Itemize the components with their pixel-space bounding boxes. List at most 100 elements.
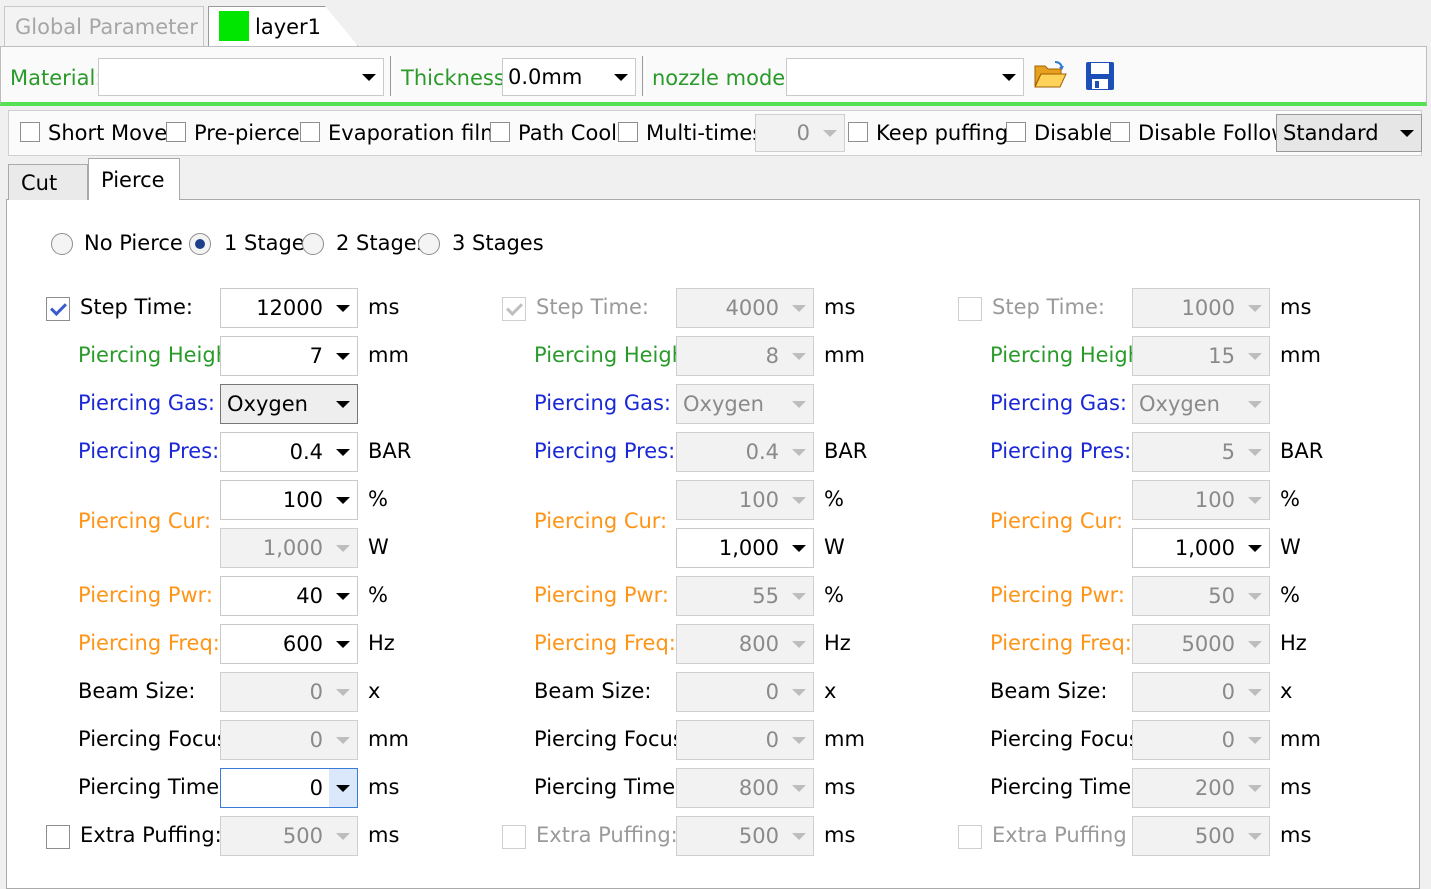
three-stages-label: 3 Stages: [452, 231, 544, 255]
height-select-col1[interactable]: 7: [220, 336, 358, 376]
pres-select-col3[interactable]: 5: [1132, 432, 1270, 472]
step_time-select-col3[interactable]: 1000: [1132, 288, 1270, 328]
time-label-col2: Piercing Time:: [534, 775, 683, 799]
disable-follow-checkbox[interactable]: [1110, 122, 1130, 142]
checkmark-icon: [506, 299, 523, 316]
extra-value-col1: 500: [282, 824, 323, 848]
freq-label-col2: Piercing Freq:: [534, 631, 676, 655]
no-pierce-radio[interactable]: [51, 233, 73, 255]
gas-select-col1[interactable]: Oxygen: [220, 384, 358, 424]
extra-select-col3[interactable]: 500: [1132, 816, 1270, 856]
beam-select-col3[interactable]: 0: [1132, 672, 1270, 712]
height-select-col3[interactable]: 15: [1132, 336, 1270, 376]
chevron-down-icon: [1393, 115, 1421, 151]
pres-label-col1: Piercing Pres:: [78, 439, 220, 463]
tab-join: [89, 198, 179, 201]
evaporation-film-checkbox[interactable]: [300, 122, 320, 142]
chevron-down-icon: [1241, 721, 1269, 759]
extra-puffing-checkbox-col2[interactable]: [502, 825, 526, 849]
three-stages-radio[interactable]: [418, 233, 440, 255]
gas-select-col2[interactable]: Oxygen: [676, 384, 814, 424]
cur_pct-unit-col2: %: [824, 487, 844, 511]
one-stage-radio[interactable]: [189, 233, 211, 255]
chevron-down-icon: [1241, 577, 1269, 615]
path-cool-checkbox[interactable]: [490, 122, 510, 142]
piercing-cur-label-col3: Piercing Cur:: [990, 509, 1124, 533]
step_time-label-col1: Step Time:: [80, 295, 193, 319]
multi-times-checkbox[interactable]: [618, 122, 638, 142]
pres-select-col1[interactable]: 0.4: [220, 432, 358, 472]
step_time-select-col2[interactable]: 4000: [676, 288, 814, 328]
material-select[interactable]: [98, 58, 384, 96]
time-unit-col2: ms: [824, 775, 856, 799]
extra-puffing-checkbox-col3[interactable]: [958, 825, 982, 849]
tab-global-parameter[interactable]: Global Parameter: [4, 6, 204, 46]
freq-select-col1[interactable]: 600: [220, 624, 358, 664]
cur_w-select-col1[interactable]: 1,000: [220, 528, 358, 568]
chevron-down-icon: [329, 433, 357, 471]
chevron-down-icon: [816, 115, 844, 151]
chevron-down-icon: [1241, 337, 1269, 375]
extra-puffing-checkbox-col1[interactable]: [46, 825, 70, 849]
tab-layer1[interactable]: layer1: [208, 6, 358, 46]
time-select-col1[interactable]: 0: [220, 768, 358, 808]
cur_w-select-col2[interactable]: 1,000: [676, 528, 814, 568]
tab-pierce[interactable]: Pierce: [88, 158, 180, 200]
beam-select-col2[interactable]: 0: [676, 672, 814, 712]
focus-select-col2[interactable]: 0: [676, 720, 814, 760]
extra-select-col1[interactable]: 500: [220, 816, 358, 856]
beam-unit-col3: x: [1280, 679, 1293, 703]
extra-label-col2: Extra Puffing:: [536, 823, 678, 847]
freq-select-col3[interactable]: 5000: [1132, 624, 1270, 664]
pre-pierce-checkbox[interactable]: [166, 122, 186, 142]
two-stages-radio[interactable]: [302, 233, 324, 255]
gas-select-col3[interactable]: Oxygen: [1132, 384, 1270, 424]
thickness-label: Thickness:: [401, 66, 512, 90]
chevron-down-icon: [785, 529, 813, 567]
keep-puffing-checkbox[interactable]: [848, 122, 868, 142]
cur_pct-value-col3: 100: [1194, 488, 1235, 512]
folder-open-icon[interactable]: [1033, 60, 1067, 90]
checkmark-icon: [50, 299, 67, 316]
chevron-down-icon: [1241, 385, 1269, 423]
gas-value-col2: Oxygen: [683, 392, 764, 416]
beam-select-col1[interactable]: 0: [220, 672, 358, 712]
focus-value-col2: 0: [765, 728, 779, 752]
freq-select-col2[interactable]: 800: [676, 624, 814, 664]
cur_pct-select-col2[interactable]: 100: [676, 480, 814, 520]
step-time-checkbox-col1[interactable]: [46, 297, 70, 321]
cur_pct-select-col3[interactable]: 100: [1132, 480, 1270, 520]
nozzle-model-select[interactable]: [786, 58, 1024, 96]
cur_w-value-col3: 1,000: [1174, 536, 1235, 560]
cur_pct-select-col1[interactable]: 100: [220, 480, 358, 520]
step_time-value-col1: 12000: [256, 296, 323, 320]
pwr-select-col3[interactable]: 50: [1132, 576, 1270, 616]
save-icon[interactable]: [1085, 61, 1115, 91]
extra-select-col2[interactable]: 500: [676, 816, 814, 856]
pres-select-col2[interactable]: 0.4: [676, 432, 814, 472]
keep-puffing-label: Keep puffing: [876, 121, 1009, 145]
height-unit-col1: mm: [368, 343, 409, 367]
time-select-col3[interactable]: 200: [1132, 768, 1270, 808]
multi-times-select[interactable]: 0: [755, 114, 845, 152]
cur_w-select-col3[interactable]: 1,000: [1132, 528, 1270, 568]
time-select-col2[interactable]: 800: [676, 768, 814, 808]
pwr-select-col2[interactable]: 55: [676, 576, 814, 616]
pwr-unit-col3: %: [1280, 583, 1300, 607]
step-time-checkbox-col3[interactable]: [958, 297, 982, 321]
chevron-down-icon: [785, 385, 813, 423]
disable-checkbox[interactable]: [1006, 122, 1026, 142]
step_time-select-col1[interactable]: 12000: [220, 288, 358, 328]
layer-color-swatch: [219, 11, 249, 41]
height-select-col2[interactable]: 8: [676, 336, 814, 376]
mode-select[interactable]: Standard: [1276, 114, 1422, 152]
step-time-checkbox-col2[interactable]: [502, 297, 526, 321]
tab-cut[interactable]: Cut: [8, 164, 88, 200]
focus-select-col1[interactable]: 0: [220, 720, 358, 760]
pwr-select-col1[interactable]: 40: [220, 576, 358, 616]
thickness-select[interactable]: 0.0mm: [502, 58, 636, 96]
pres-unit-col3: BAR: [1280, 439, 1324, 463]
short-move-checkbox[interactable]: [20, 122, 40, 142]
focus-select-col3[interactable]: 0: [1132, 720, 1270, 760]
chevron-down-icon: [1241, 673, 1269, 711]
